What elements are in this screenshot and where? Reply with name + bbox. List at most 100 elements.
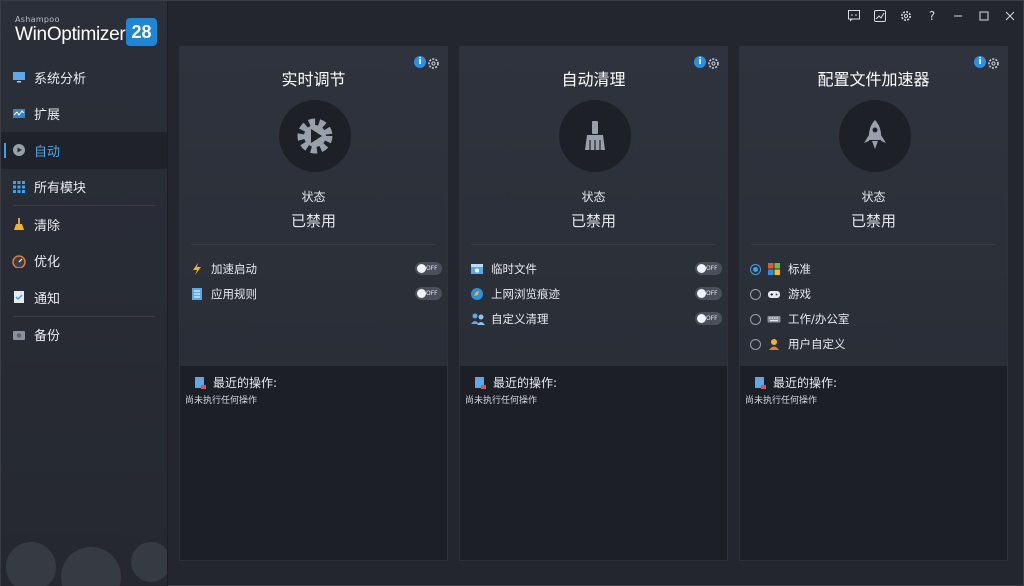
toggle-switch[interactable]: OFF (695, 287, 722, 300)
profile-option-gaming[interactable]: 游戏 (750, 285, 1002, 303)
radio-button[interactable] (750, 338, 761, 350)
sidebar-item-label: 清除 (34, 218, 61, 234)
option-label: 标准 (788, 262, 811, 276)
sidebar-item-label: 所有模块 (34, 181, 87, 197)
maximize-icon[interactable] (971, 1, 997, 31)
status-value: 已禁用 (570, 212, 616, 230)
card-header-area: 实时调节 i 状态 已禁用 加速启动 OFF 应用规则 OFF (180, 47, 447, 366)
app-window: Ashampoo WinOptimizer 28 系统分析 扩展 自动 所有模块… (0, 0, 1024, 586)
card-profile-booster: 配置文件加速器 i 状态 已禁用 标准 游戏 工作/办公室 用户自定义 最近的操… (739, 46, 1008, 561)
grid-icon (12, 180, 26, 194)
option-apply-rules: 应用规则 OFF (190, 285, 442, 303)
sidebar-item-label: 通知 (34, 291, 61, 307)
gamepad-icon (767, 287, 781, 301)
recent-actions-heading: 最近的操作: (473, 374, 557, 391)
gear-icon[interactable] (427, 55, 440, 69)
toggle-switch[interactable]: OFF (695, 262, 722, 275)
info-icon[interactable]: i (414, 56, 426, 68)
card-header-area: 自动清理 i 状态 已禁用 临时文件 OFF 上网浏览痕迹 OFF 自定义清理 … (460, 47, 727, 366)
brand-name: WinOptimizer (15, 24, 126, 45)
info-icon[interactable]: i (974, 56, 986, 68)
sidebar-item-optimize[interactable]: 优化 (1, 243, 167, 280)
user-icon (767, 337, 781, 351)
option-label: 自定义清理 (491, 312, 549, 326)
settings-icon[interactable] (893, 1, 919, 31)
windows-icon (767, 262, 781, 276)
history-icon (753, 376, 767, 390)
sidebar-item-all-modules[interactable]: 所有模块 (1, 169, 167, 206)
monitor-chart-icon (12, 70, 26, 84)
recent-actions-text: 尚未执行任何操作 (185, 396, 258, 406)
option-label: 应用规则 (211, 287, 257, 301)
profile-option-custom[interactable]: 用户自定义 (750, 335, 1002, 353)
broom-icon (12, 217, 26, 231)
profile-option-work[interactable]: 工作/办公室 (750, 310, 1002, 328)
browser-icon (470, 287, 484, 301)
gear-icon[interactable] (987, 55, 1000, 69)
status-label: 状态 (861, 190, 886, 204)
card-title: 配置文件加速器 (817, 70, 930, 89)
option-label: 临时文件 (491, 262, 537, 276)
card-divider (751, 244, 996, 245)
recent-actions-heading: 最近的操作: (193, 374, 277, 391)
sidebar-item-clean[interactable]: 清除 (1, 206, 167, 243)
sidebar-item-system-analysis[interactable]: 系统分析 (1, 59, 167, 96)
card-header-area: 配置文件加速器 i 状态 已禁用 标准 游戏 工作/办公室 用户自定义 (740, 47, 1007, 366)
option-label: 工作/办公室 (788, 312, 850, 326)
minimize-icon[interactable] (945, 1, 971, 31)
recent-actions-text: 尚未执行任何操作 (465, 396, 538, 406)
temp-files-icon (470, 262, 484, 276)
brand-vendor: Ashampoo (15, 15, 60, 24)
status-label: 状态 (301, 190, 326, 204)
lightning-icon (190, 262, 204, 276)
gear-icon[interactable] (707, 55, 720, 69)
play-gear-icon (279, 100, 351, 172)
sidebar-item-label: 系统分析 (34, 71, 87, 87)
toggle-switch[interactable]: OFF (415, 287, 442, 300)
status-value: 已禁用 (850, 212, 896, 230)
card-auto-clean: 自动清理 i 状态 已禁用 临时文件 OFF 上网浏览痕迹 OFF 自定义清理 … (459, 46, 728, 561)
pulse-icon (12, 107, 26, 121)
recent-actions-text: 尚未执行任何操作 (745, 396, 818, 406)
sidebar-item-label: 自动 (34, 144, 61, 160)
backup-drive-icon (12, 328, 26, 342)
sidebar-item-auto[interactable]: 自动 (1, 132, 167, 169)
radio-button[interactable] (750, 288, 761, 300)
card-title: 自动清理 (561, 70, 626, 89)
status-value: 已禁用 (290, 212, 336, 230)
option-browsing-traces: 上网浏览痕迹 OFF (470, 285, 722, 303)
history-icon (473, 376, 487, 390)
card-live-tuner: 实时调节 i 状态 已禁用 加速启动 OFF 应用规则 OFF 最近的操作: 尚… (179, 46, 448, 561)
feedback-icon[interactable] (841, 1, 867, 31)
radio-button[interactable] (750, 263, 761, 275)
sidebar-nav: 系统分析 扩展 自动 所有模块 清除 优化 通知 备份 (1, 59, 167, 353)
profile-option-standard[interactable]: 标准 (750, 260, 1002, 278)
info-icon[interactable]: i (694, 56, 706, 68)
radio-button[interactable] (750, 313, 761, 325)
checklist-icon (12, 290, 26, 304)
close-icon[interactable] (997, 1, 1023, 31)
toggle-switch[interactable]: OFF (415, 262, 442, 275)
sidebar-item-notify[interactable]: 通知 (1, 279, 167, 316)
option-label: 加速启动 (211, 262, 257, 276)
sidebar-item-label: 优化 (34, 255, 61, 271)
sidebar-item-extensions[interactable]: 扩展 (1, 96, 167, 133)
auto-play-icon (12, 143, 26, 157)
toggle-switch[interactable]: OFF (695, 312, 722, 325)
help-icon[interactable]: ? (919, 1, 945, 31)
card-title: 实时调节 (281, 70, 346, 89)
broom-icon (559, 100, 631, 172)
recent-actions-title: 最近的操作: (493, 376, 558, 390)
chart-icon[interactable] (867, 1, 893, 31)
sidebar-item-backup[interactable]: 备份 (1, 317, 167, 354)
recent-actions-title: 最近的操作: (773, 376, 838, 390)
sidebar: Ashampoo WinOptimizer 28 系统分析 扩展 自动 所有模块… (1, 1, 168, 586)
keyboard-icon (767, 312, 781, 326)
sidebar-item-label: 备份 (34, 329, 61, 345)
speedometer-icon (12, 254, 26, 269)
recent-actions-title: 最近的操作: (213, 376, 278, 390)
title-bar: ? (841, 1, 1023, 31)
option-custom-clean: 自定义清理 OFF (470, 310, 722, 328)
option-label: 用户自定义 (788, 337, 846, 351)
option-label: 上网浏览痕迹 (491, 287, 560, 301)
